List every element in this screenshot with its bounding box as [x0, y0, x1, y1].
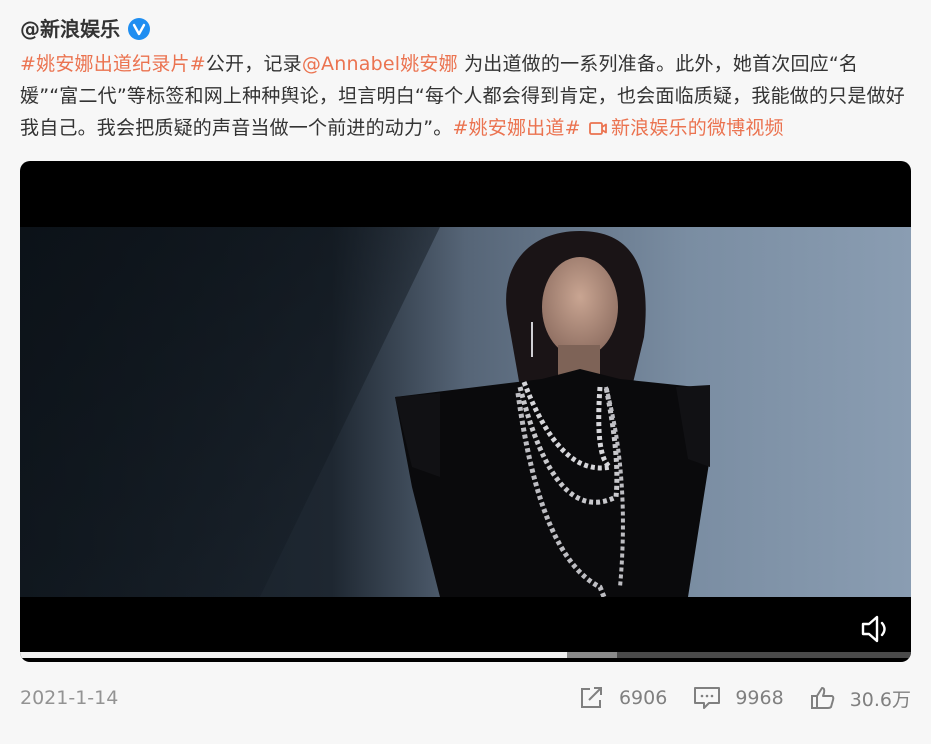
comment-count: 9968 — [735, 687, 784, 709]
hashtag-link[interactable]: #姚安娜出道# — [452, 117, 580, 139]
video-source-link[interactable]: 新浪娱乐的微博视频 — [587, 117, 784, 139]
progress-buffered — [567, 652, 617, 658]
like-button[interactable]: 30.6万 — [810, 685, 911, 712]
hashtag-link[interactable]: #姚安娜出道纪录片# — [20, 53, 206, 75]
video-link-icon — [589, 122, 607, 135]
repost-icon — [580, 687, 602, 708]
thumbs-up-icon — [810, 687, 835, 709]
repost-button[interactable]: 6906 — [579, 686, 667, 710]
author-name[interactable]: @新浪娱乐 — [20, 14, 120, 44]
repost-count: 6906 — [618, 687, 668, 709]
verified-icon — [128, 18, 150, 40]
post-text-part: 公开，记录 — [205, 53, 302, 75]
comment-icon — [694, 687, 721, 709]
volume-icon[interactable] — [859, 614, 891, 644]
video-frame-image — [20, 227, 911, 597]
mention-link[interactable]: @Annabel姚安娜 — [302, 53, 458, 75]
post-date: 2021-1-14 — [20, 687, 119, 709]
progress-played — [20, 652, 568, 658]
progress-bar[interactable] — [20, 652, 911, 658]
like-count: 30.6万 — [849, 688, 911, 711]
video-frame[interactable] — [20, 227, 911, 597]
post-footer: 2021-1-14 6906 9968 30.6万 — [20, 682, 911, 714]
comment-button[interactable]: 9968 — [693, 686, 784, 710]
video-player[interactable] — [20, 161, 911, 662]
author-row: @新浪娱乐 — [20, 14, 150, 44]
post-text: #姚安娜出道纪录片#公开，记录@Annabel姚安娜 为出道做的一系列准备。此外… — [20, 48, 912, 144]
video-link-label: 新浪娱乐的微博视频 — [610, 117, 784, 139]
